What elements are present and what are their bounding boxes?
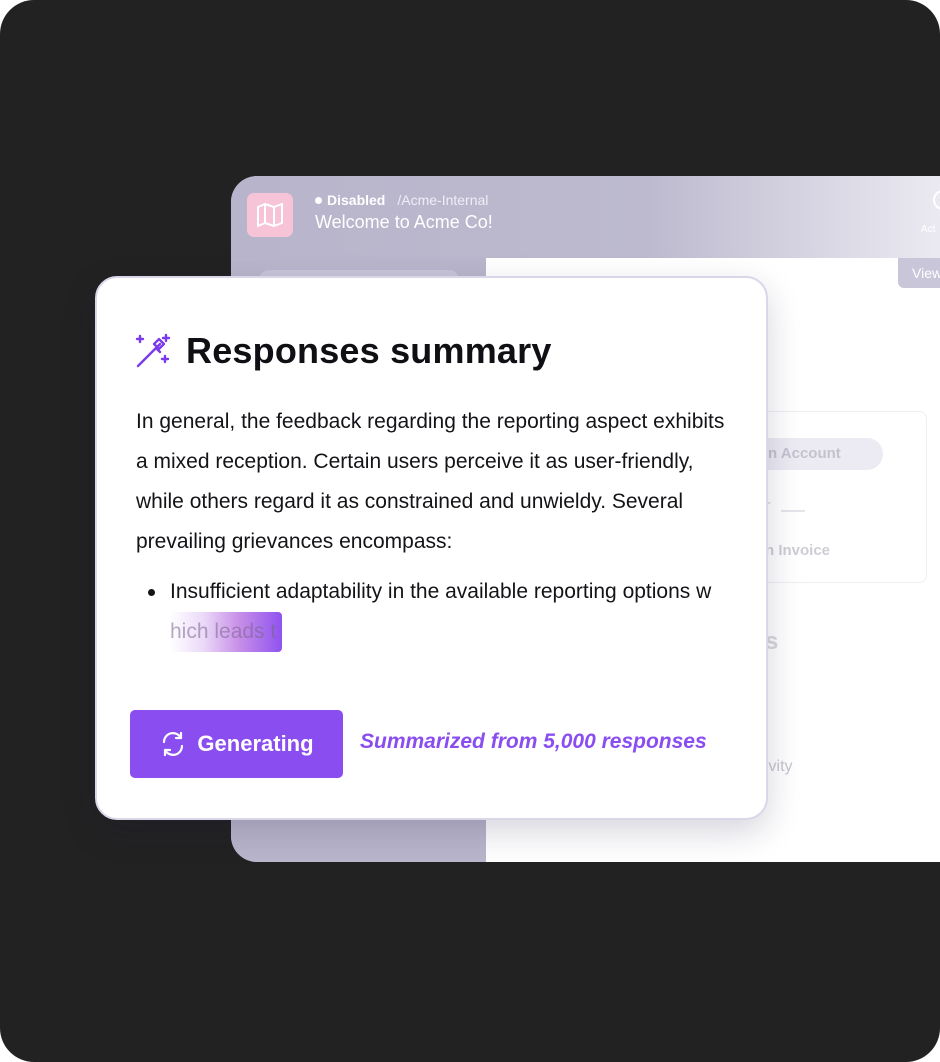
bullet-dot <box>148 589 155 596</box>
list-item: Insufficient adaptability in the availab… <box>136 572 736 652</box>
app-title: Welcome to Acme Co! <box>315 212 493 232</box>
status-row: Disabled /Acme-Internal <box>315 192 488 208</box>
refresh-icon <box>163 731 184 757</box>
summary-paragraph: In general, the feedback regarding the r… <box>136 410 725 553</box>
activity-icon[interactable] <box>933 190 940 210</box>
list-item-text: Insufficient adaptability in the availab… <box>170 580 712 603</box>
status-dot <box>315 196 322 204</box>
generating-button-label: Generating <box>197 731 314 756</box>
magic-wand-icon <box>135 333 171 368</box>
status-badge: Disabled <box>327 192 386 208</box>
stage: Disabled /Acme-Internal Welcome to Acme … <box>0 0 940 1062</box>
responses-summary-card: Responses summary In general, the feedba… <box>95 276 768 820</box>
card-title: Responses summary <box>186 330 552 371</box>
view-button[interactable]: View <box>898 258 940 288</box>
grievance-list: Insufficient adaptability in the availab… <box>136 572 736 652</box>
card-header: Responses summary <box>134 330 552 372</box>
streaming-text-highlight: hich leads t <box>170 612 283 652</box>
generating-button[interactable]: Generating <box>130 710 343 778</box>
header-action-label[interactable]: Act <box>921 224 935 235</box>
workspace-path[interactable]: /Acme-Internal <box>397 192 488 208</box>
row-divider <box>781 510 805 512</box>
app-header: Disabled /Acme-Internal Welcome to Acme … <box>231 176 940 258</box>
invoice-link[interactable]: n Invoice <box>765 542 830 559</box>
summary-source-note: Summarized from 5,000 responses <box>360 730 707 753</box>
map-icon <box>247 193 293 237</box>
activity-item[interactable]: ivity <box>765 758 793 776</box>
